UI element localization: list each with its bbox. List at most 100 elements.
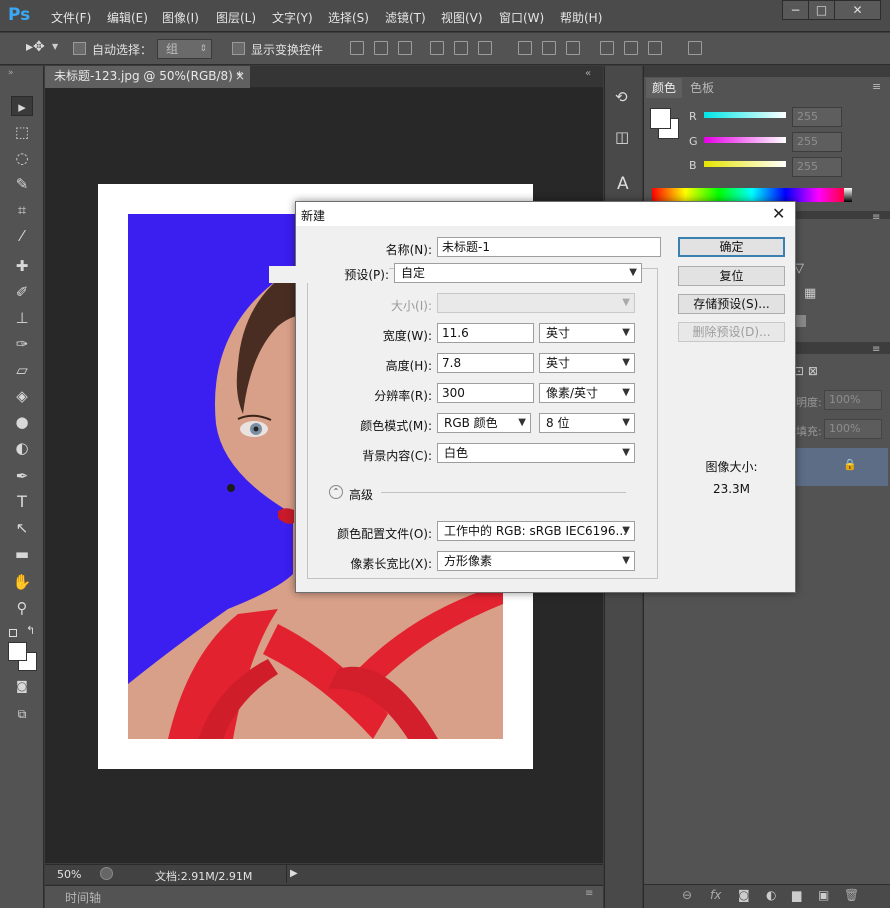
auto-select-checkbox[interactable] [73,42,86,55]
auto-align-icon[interactable] [688,41,702,55]
foreground-color-swatch[interactable] [650,108,671,129]
adjustment-layer-icon[interactable]: ◐ [766,888,776,902]
stamp-tool-icon[interactable]: ⊥ [11,308,33,328]
swap-colors-icon[interactable]: ↰ [26,624,35,637]
align-left-icon[interactable] [430,41,444,55]
delete-layer-icon[interactable]: 🗑 [844,888,859,902]
move-tool-icon[interactable]: ▸ [11,96,33,116]
marquee-tool-icon[interactable]: ⬚ [11,122,33,142]
menu-window[interactable]: 窗口(W) [499,9,544,26]
type-tool-icon[interactable]: T [11,492,33,512]
g-channel-slider[interactable] [704,137,786,143]
align-hcenter-icon[interactable] [454,41,468,55]
path-select-tool-icon[interactable]: ↖ [11,518,33,538]
name-input[interactable]: 未标题-1 [437,237,661,257]
pixel-aspect-dropdown[interactable]: 方形像素 ▼ [437,551,635,571]
tab-swatches[interactable]: 色板 [684,78,720,98]
hand-tool-icon[interactable]: ✋ [11,572,33,592]
rectangle-tool-icon[interactable]: ▬ [11,544,33,564]
default-colors-icon[interactable] [9,629,17,637]
resolution-input[interactable]: 300 [437,383,534,403]
link-layers-icon[interactable]: ⊖ [682,888,692,902]
panel-menu-icon[interactable]: ≡ [585,888,593,899]
align-vcenter-icon[interactable] [374,41,388,55]
auto-select-dropdown[interactable]: 组 ⇕ [157,39,212,59]
opacity-field[interactable]: 100% [824,390,882,410]
lasso-tool-icon[interactable]: ◌ [11,148,33,168]
show-transform-checkbox[interactable] [232,42,245,55]
color-spectrum-bw[interactable] [844,188,852,202]
menu-image[interactable]: 图像(I) [162,9,199,26]
b-channel-value[interactable]: 255 [792,157,842,177]
zoom-tool-icon[interactable]: ⚲ [11,598,33,618]
dodge-tool-icon[interactable]: ◐ [11,438,33,458]
menu-view[interactable]: 视图(V) [441,9,483,26]
adjustment-grid-icon[interactable]: ▦ [804,286,816,301]
height-input[interactable]: 7.8 [437,353,534,373]
dialog-close-icon[interactable]: ✕ [772,204,785,223]
align-right-icon[interactable] [478,41,492,55]
align-bottom-icon[interactable] [398,41,412,55]
distribute-right-icon[interactable] [648,41,662,55]
minimize-button[interactable]: − [782,0,809,20]
crop-tool-icon[interactable]: ⌗ [11,200,33,220]
tab-color[interactable]: 颜色 [646,78,683,98]
height-unit-dropdown[interactable]: 英寸 ▼ [539,353,635,373]
3d-panel-icon[interactable]: ◫ [615,128,629,146]
eraser-tool-icon[interactable]: ▱ [11,360,33,380]
distribute-left-icon[interactable] [600,41,614,55]
collapse-icon[interactable]: « [585,68,591,79]
color-profile-dropdown[interactable]: 工作中的 RGB: sRGB IEC6196... ▼ [437,521,635,541]
panel-menu-icon[interactable]: ≡ [872,80,881,93]
foreground-color-swatch[interactable] [8,642,27,661]
collapse-icon[interactable]: » [8,68,14,78]
maximize-button[interactable]: □ [808,0,835,20]
menu-file[interactable]: 文件(F) [51,9,91,26]
paint-bucket-tool-icon[interactable]: ◈ [11,386,33,406]
document-tab[interactable]: 未标题-123.jpg @ 50%(RGB/8) * × [45,66,250,88]
pen-tool-icon[interactable]: ✒ [11,466,33,486]
menu-type[interactable]: 文字(Y) [272,9,313,26]
ok-button[interactable]: 确定 [678,237,785,257]
close-window-button[interactable]: ✕ [834,0,881,20]
resolution-unit-dropdown[interactable]: 像素/英寸 ▼ [539,383,635,403]
align-top-icon[interactable] [350,41,364,55]
width-input[interactable]: 11.6 [437,323,534,343]
quick-select-tool-icon[interactable]: ✎ [11,174,33,194]
timeline-tab[interactable]: 时间轴 [65,889,101,906]
new-layer-icon[interactable]: ▣ [818,888,829,902]
advanced-toggle-icon[interactable]: ⌃ [329,485,343,499]
b-channel-slider[interactable] [704,161,786,167]
background-contents-dropdown[interactable]: 白色 ▼ [437,443,635,463]
chevron-down-icon[interactable]: ▼ [52,42,58,51]
fx-icon[interactable]: fx [710,888,721,902]
width-unit-dropdown[interactable]: 英寸 ▼ [539,323,635,343]
color-mode-dropdown[interactable]: RGB 颜色 ▼ [437,413,531,433]
r-channel-value[interactable]: 255 [792,107,842,127]
panel-menu-icon[interactable]: ≡ [872,344,880,355]
color-spectrum-bar[interactable] [652,188,852,202]
advanced-label[interactable]: 高级 [349,486,373,503]
distribute-top-icon[interactable] [518,41,532,55]
eyedropper-tool-icon[interactable]: ⁄ [11,226,33,246]
brush-tool-icon[interactable]: ✐ [11,282,33,302]
screen-mode-icon[interactable]: ⧉ [11,704,33,724]
distribute-bottom-icon[interactable] [566,41,580,55]
reset-button[interactable]: 复位 [678,266,785,286]
menu-edit[interactable]: 编辑(E) [107,9,148,26]
menu-filter[interactable]: 滤镜(T) [385,9,426,26]
r-channel-slider[interactable] [704,112,786,118]
quick-mask-icon[interactable]: ◙ [11,676,33,696]
fill-field[interactable]: 100% [824,419,882,439]
move-tool-icon[interactable]: ▸✥ [26,39,45,55]
menu-select[interactable]: 选择(S) [328,9,369,26]
distribute-hcenter-icon[interactable] [624,41,638,55]
distribute-vcenter-icon[interactable] [542,41,556,55]
history-panel-icon[interactable]: ⟲ [615,88,628,106]
info-icon[interactable] [100,867,113,880]
healing-brush-tool-icon[interactable]: ✚ [11,256,33,276]
bit-depth-dropdown[interactable]: 8 位 ▼ [539,413,635,433]
panel-menu-icon[interactable]: ≡ [872,212,880,223]
layer-filter-icon[interactable]: ⊡ ⊠ [794,364,818,378]
save-preset-button[interactable]: 存储预设(S)... [678,294,785,314]
